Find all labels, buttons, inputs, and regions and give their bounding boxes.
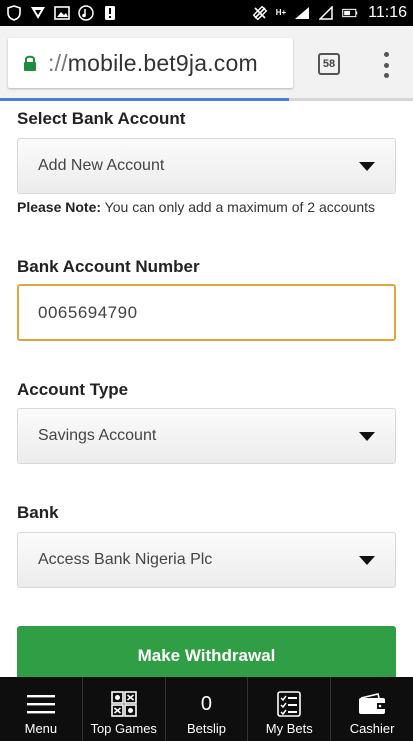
nav-label-cashier: Cashier <box>349 721 395 736</box>
menu-dot <box>383 73 389 78</box>
music-icon <box>78 5 94 21</box>
betslip-count: 0 <box>200 693 213 715</box>
wallet-icon <box>357 691 387 717</box>
nav-item-cashier[interactable]: Cashier <box>331 677 413 741</box>
network-type-label: H+ <box>275 8 287 17</box>
image-icon <box>54 5 70 21</box>
status-time: 11:16 <box>368 4 407 21</box>
url-host: mobile.bet9ja.com <box>67 49 258 76</box>
nav-label-betslip: Betslip <box>186 721 226 736</box>
bank-account-number-label: Bank Account Number <box>17 257 200 276</box>
bottom-navigation: Menu Top Games 0 Betslip My Bets Cashier <box>0 677 413 741</box>
account-type-dropdown[interactable]: Savings Account <box>17 408 396 464</box>
browser-toolbar: ://mobile.bet9ja.com 58 <box>0 26 413 101</box>
account-limit-note: Please Note: You can only add a maximum … <box>17 199 375 215</box>
account-type-value: Savings Account <box>38 427 157 444</box>
vibrate-icon <box>252 5 268 21</box>
nav-item-betslip[interactable]: 0 Betslip <box>166 677 249 741</box>
bank-account-number-value: 0065694790 <box>38 302 138 322</box>
note-text: You can only add a maximum of 2 accounts <box>101 199 375 215</box>
status-icons-right: H+ 11:16 <box>252 4 407 22</box>
browser-menu-button[interactable] <box>378 52 394 78</box>
nav-label-top-games: Top Games <box>90 721 157 736</box>
address-bar[interactable]: ://mobile.bet9ja.com <box>8 38 293 88</box>
tab-switcher-button[interactable]: 58 <box>318 53 340 75</box>
games-grid-icon <box>109 691 139 717</box>
menu-dot <box>383 62 389 68</box>
nav-item-my-bets[interactable]: My Bets <box>248 677 332 741</box>
nav-item-menu[interactable]: Menu <box>0 677 83 741</box>
select-bank-account-dropdown[interactable]: Add New Account <box>17 138 396 194</box>
status-bar: H+ 11:16 <box>0 0 413 26</box>
account-type-label: Account Type <box>17 380 129 399</box>
lock-icon <box>22 54 38 72</box>
battery-icon <box>342 5 358 21</box>
chevron-down-icon <box>359 162 375 171</box>
chevron-down-icon <box>359 556 375 565</box>
chevron-down-icon <box>359 432 375 441</box>
url-scheme: :// <box>48 49 68 76</box>
select-bank-account-label: Select Bank Account <box>17 109 186 128</box>
bank-dropdown[interactable]: Access Bank Nigeria Plc <box>17 532 396 588</box>
hamburger-icon <box>26 691 56 717</box>
make-withdrawal-button[interactable]: Make Withdrawal <box>17 626 396 677</box>
notification-alert-icon <box>102 5 118 21</box>
nav-label-menu: Menu <box>24 721 58 736</box>
nav-label-my-bets: My Bets <box>265 721 313 736</box>
nav-item-top-games[interactable]: Top Games <box>83 677 166 741</box>
signal-icon <box>294 5 310 21</box>
status-icons-left <box>6 5 118 21</box>
menu-dot <box>383 52 389 57</box>
shield-icon <box>6 5 22 21</box>
checklist-icon <box>274 691 304 717</box>
bank-account-number-input[interactable]: 0065694790 <box>17 284 396 341</box>
vpn-icon <box>30 5 46 21</box>
select-bank-account-value: Add New Account <box>38 157 165 174</box>
bank-value: Access Bank Nigeria Plc <box>38 551 213 568</box>
note-prefix: Please Note: <box>17 199 102 215</box>
withdrawal-form: Select Bank Account Add New Account Plea… <box>0 101 413 677</box>
bank-label: Bank <box>17 503 59 522</box>
signal-secondary-icon <box>318 5 334 21</box>
url-text: ://mobile.bet9ja.com <box>48 50 258 77</box>
